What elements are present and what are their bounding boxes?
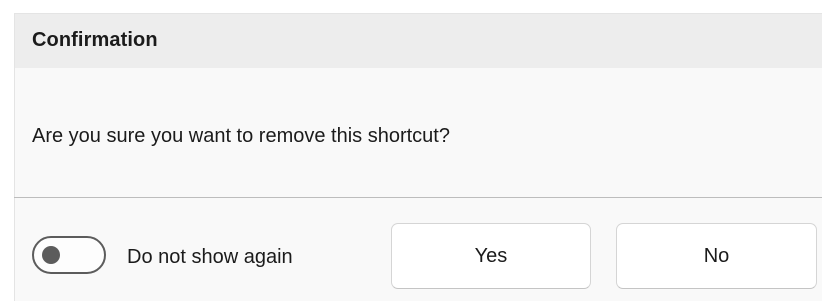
do-not-show-again-label: Do not show again: [127, 246, 293, 268]
yes-button[interactable]: Yes: [391, 223, 591, 289]
dialog-separator: [14, 197, 822, 198]
dialog-title: Confirmation: [32, 29, 158, 51]
dialog-message: Are you sure you want to remove this sho…: [32, 125, 450, 147]
toggle-knob: [42, 246, 60, 264]
do-not-show-again-toggle[interactable]: [32, 236, 106, 274]
dialog-titlebar: Confirmation: [15, 14, 822, 68]
no-button[interactable]: No: [616, 223, 817, 289]
confirmation-dialog: Confirmation Are you sure you want to re…: [14, 13, 822, 301]
